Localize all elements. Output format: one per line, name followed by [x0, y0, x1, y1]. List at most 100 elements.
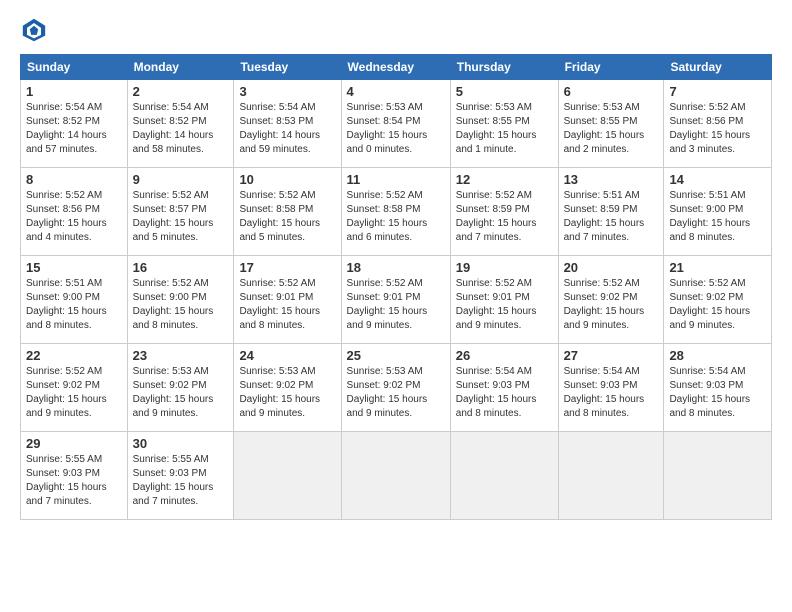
- day-number: 16: [133, 260, 229, 275]
- day-info: Sunrise: 5:53 AMSunset: 9:02 PMDaylight:…: [347, 366, 428, 419]
- day-info: Sunrise: 5:55 AMSunset: 9:03 PMDaylight:…: [133, 454, 214, 507]
- calendar-cell: [664, 432, 772, 520]
- day-number: 9: [133, 172, 229, 187]
- calendar-cell: 16 Sunrise: 5:52 AMSunset: 9:00 PMDayligh…: [127, 256, 234, 344]
- day-number: 22: [26, 348, 122, 363]
- calendar-cell: 3Sunrise: 5:54 AMSunset: 8:53 PMDaylight…: [234, 80, 341, 168]
- calendar-week-4: 22 Sunrise: 5:52 AMSunset: 9:02 PMDayligh…: [21, 344, 772, 432]
- day-number: 24: [239, 348, 335, 363]
- day-info: Sunrise: 5:53 AMSunset: 8:55 PMDaylight:…: [456, 102, 537, 155]
- day-info: Sunrise: 5:52 AMSunset: 8:59 PMDaylight:…: [456, 190, 537, 243]
- day-info: Sunrise: 5:53 AMSunset: 9:02 PMDaylight:…: [133, 366, 214, 419]
- calendar-cell: 28Sunrise: 5:54 AMSunset: 9:03 PMDayligh…: [664, 344, 772, 432]
- day-number: 25: [347, 348, 445, 363]
- day-number: 3: [239, 84, 335, 99]
- calendar-cell: 19Sunrise: 5:52 AMSunset: 9:01 PMDayligh…: [450, 256, 558, 344]
- calendar-cell: 24 Sunrise: 5:53 AMSunset: 9:02 PMDayligh…: [234, 344, 341, 432]
- calendar-cell: [558, 432, 664, 520]
- col-header-wednesday: Wednesday: [341, 55, 450, 80]
- day-number: 13: [564, 172, 659, 187]
- day-info: Sunrise: 5:52 AMSunset: 8:56 PMDaylight:…: [26, 190, 107, 243]
- col-header-friday: Friday: [558, 55, 664, 80]
- col-header-saturday: Saturday: [664, 55, 772, 80]
- day-number: 6: [564, 84, 659, 99]
- calendar-week-2: 8 Sunrise: 5:52 AMSunset: 8:56 PMDaylight…: [21, 168, 772, 256]
- calendar-cell: 13 Sunrise: 5:51 AMSunset: 8:59 PMDayligh…: [558, 168, 664, 256]
- calendar-cell: [234, 432, 341, 520]
- calendar-cell: 9 Sunrise: 5:52 AMSunset: 8:57 PMDaylight…: [127, 168, 234, 256]
- calendar-week-3: 15 Sunrise: 5:51 AMSunset: 9:00 PMDayligh…: [21, 256, 772, 344]
- day-number: 12: [456, 172, 553, 187]
- calendar-cell: 4Sunrise: 5:53 AMSunset: 8:54 PMDaylight…: [341, 80, 450, 168]
- calendar-cell: 26Sunrise: 5:54 AMSunset: 9:03 PMDayligh…: [450, 344, 558, 432]
- day-info: Sunrise: 5:52 AMSunset: 9:01 PMDaylight:…: [347, 278, 428, 331]
- day-info: Sunrise: 5:51 AMSunset: 8:59 PMDaylight:…: [564, 190, 645, 243]
- col-header-monday: Monday: [127, 55, 234, 80]
- calendar-cell: 20 Sunrise: 5:52 AMSunset: 9:02 PMDayligh…: [558, 256, 664, 344]
- day-number: 1: [26, 84, 122, 99]
- calendar-week-1: 1 Sunrise: 5:54 AMSunset: 8:52 PMDaylight…: [21, 80, 772, 168]
- day-number: 26: [456, 348, 553, 363]
- calendar-cell: [341, 432, 450, 520]
- header: [20, 16, 772, 44]
- col-header-sunday: Sunday: [21, 55, 128, 80]
- day-number: 8: [26, 172, 122, 187]
- calendar-cell: 2 Sunrise: 5:54 AMSunset: 8:52 PMDaylight…: [127, 80, 234, 168]
- day-number: 30: [133, 436, 229, 451]
- day-number: 7: [669, 84, 766, 99]
- calendar-cell: 14Sunrise: 5:51 AMSunset: 9:00 PMDayligh…: [664, 168, 772, 256]
- day-info: Sunrise: 5:53 AMSunset: 8:55 PMDaylight:…: [564, 102, 645, 155]
- day-info: Sunrise: 5:52 AMSunset: 9:02 PMDaylight:…: [669, 278, 750, 331]
- calendar-cell: 11 Sunrise: 5:52 AMSunset: 8:58 PMDayligh…: [341, 168, 450, 256]
- calendar-cell: 22 Sunrise: 5:52 AMSunset: 9:02 PMDayligh…: [21, 344, 128, 432]
- day-number: 28: [669, 348, 766, 363]
- day-number: 19: [456, 260, 553, 275]
- day-info: Sunrise: 5:53 AMSunset: 9:02 PMDaylight:…: [239, 366, 320, 419]
- calendar-cell: 1 Sunrise: 5:54 AMSunset: 8:52 PMDaylight…: [21, 80, 128, 168]
- day-number: 5: [456, 84, 553, 99]
- logo-icon: [20, 16, 48, 44]
- day-number: 17: [239, 260, 335, 275]
- day-number: 14: [669, 172, 766, 187]
- day-info: Sunrise: 5:51 AMSunset: 9:00 PMDaylight:…: [26, 278, 107, 331]
- day-number: 18: [347, 260, 445, 275]
- day-number: 21: [669, 260, 766, 275]
- day-info: Sunrise: 5:52 AMSunset: 9:00 PMDaylight:…: [133, 278, 214, 331]
- day-info: Sunrise: 5:52 AMSunset: 8:57 PMDaylight:…: [133, 190, 214, 243]
- calendar-cell: 30 Sunrise: 5:55 AMSunset: 9:03 PMDayligh…: [127, 432, 234, 520]
- day-info: Sunrise: 5:53 AMSunset: 8:54 PMDaylight:…: [347, 102, 428, 155]
- day-number: 29: [26, 436, 122, 451]
- col-header-tuesday: Tuesday: [234, 55, 341, 80]
- day-info: Sunrise: 5:54 AMSunset: 9:03 PMDaylight:…: [564, 366, 645, 419]
- day-info: Sunrise: 5:54 AMSunset: 8:52 PMDaylight:…: [133, 102, 214, 155]
- page: SundayMondayTuesdayWednesdayThursdayFrid…: [0, 0, 792, 612]
- day-info: Sunrise: 5:52 AMSunset: 9:02 PMDaylight:…: [564, 278, 645, 331]
- day-number: 15: [26, 260, 122, 275]
- calendar-cell: 8 Sunrise: 5:52 AMSunset: 8:56 PMDaylight…: [21, 168, 128, 256]
- calendar-cell: 12 Sunrise: 5:52 AMSunset: 8:59 PMDayligh…: [450, 168, 558, 256]
- calendar-header-row: SundayMondayTuesdayWednesdayThursdayFrid…: [21, 55, 772, 80]
- col-header-thursday: Thursday: [450, 55, 558, 80]
- day-info: Sunrise: 5:55 AMSunset: 9:03 PMDaylight:…: [26, 454, 107, 507]
- calendar-cell: 7Sunrise: 5:52 AMSunset: 8:56 PMDaylight…: [664, 80, 772, 168]
- calendar-cell: 17 Sunrise: 5:52 AMSunset: 9:01 PMDayligh…: [234, 256, 341, 344]
- logo: [20, 16, 50, 44]
- calendar-cell: 15 Sunrise: 5:51 AMSunset: 9:00 PMDayligh…: [21, 256, 128, 344]
- day-number: 20: [564, 260, 659, 275]
- day-info: Sunrise: 5:52 AMSunset: 8:58 PMDaylight:…: [239, 190, 320, 243]
- calendar-table: SundayMondayTuesdayWednesdayThursdayFrid…: [20, 54, 772, 520]
- day-number: 27: [564, 348, 659, 363]
- calendar-cell: 23Sunrise: 5:53 AMSunset: 9:02 PMDayligh…: [127, 344, 234, 432]
- calendar-cell: 5 Sunrise: 5:53 AMSunset: 8:55 PMDaylight…: [450, 80, 558, 168]
- calendar-cell: 27 Sunrise: 5:54 AMSunset: 9:03 PMDayligh…: [558, 344, 664, 432]
- day-info: Sunrise: 5:52 AMSunset: 9:01 PMDaylight:…: [239, 278, 320, 331]
- day-number: 2: [133, 84, 229, 99]
- calendar-cell: 21 Sunrise: 5:52 AMSunset: 9:02 PMDayligh…: [664, 256, 772, 344]
- calendar-week-5: 29 Sunrise: 5:55 AMSunset: 9:03 PMDayligh…: [21, 432, 772, 520]
- day-info: Sunrise: 5:52 AMSunset: 9:02 PMDaylight:…: [26, 366, 107, 419]
- day-number: 11: [347, 172, 445, 187]
- calendar-cell: [450, 432, 558, 520]
- day-info: Sunrise: 5:54 AMSunset: 8:52 PMDaylight:…: [26, 102, 107, 155]
- calendar-cell: 25 Sunrise: 5:53 AMSunset: 9:02 PMDayligh…: [341, 344, 450, 432]
- day-info: Sunrise: 5:52 AMSunset: 8:58 PMDaylight:…: [347, 190, 428, 243]
